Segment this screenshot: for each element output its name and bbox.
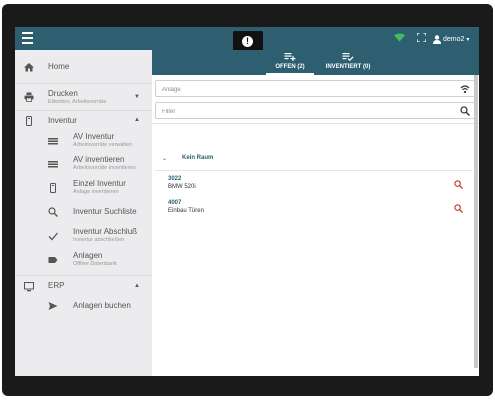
check-icon xyxy=(48,232,58,241)
sidebar-subitem-anlagen-buchen[interactable]: Anlagen buchen xyxy=(15,297,152,317)
side-navigation: Home Drucken Etiketten, Arbeitsvorräte ▼… xyxy=(15,50,153,376)
top-app-bar: ! demo2 ▾ xyxy=(15,27,479,52)
list-icon xyxy=(48,161,58,168)
search-icon xyxy=(48,207,58,217)
anlage-field[interactable] xyxy=(155,80,475,97)
monitor-icon xyxy=(24,282,34,292)
fullscreen-icon[interactable] xyxy=(417,33,426,42)
app-screen: ! demo2 ▾ Home Drucken Etiketten, Arbeit… xyxy=(15,27,479,376)
search-icon[interactable] xyxy=(454,204,463,213)
asset-name: Einbau Türen xyxy=(168,208,204,214)
list-item[interactable]: 3022 BMW 520i xyxy=(155,172,473,196)
sidebar-subitem-sublabel: Arbeitsvorräte verwalten xyxy=(73,142,133,148)
sidebar-subitem-sublabel: Arbeitsvorräte inventieren xyxy=(73,165,136,171)
search-icon[interactable] xyxy=(460,106,470,116)
sidebar-subitem-av-inventur[interactable]: AV Inventur Arbeitsvorräte verwalten xyxy=(15,130,152,153)
list-item[interactable]: 4007 Einbau Türen xyxy=(155,196,473,220)
nfc-wifi-icon[interactable] xyxy=(460,84,470,94)
barcode-scanner-icon xyxy=(50,183,56,193)
sidebar-subitem-label: Anlagen xyxy=(73,251,103,260)
tag-icon xyxy=(48,257,58,263)
sidebar-subitem-inventur-abschluss[interactable]: Inventur Abschluß Inventur abschließen xyxy=(15,225,152,248)
wifi-icon xyxy=(394,33,405,42)
sidebar-subitem-label: AV inventieren xyxy=(73,155,125,164)
sidebar-subitem-label: Inventur Suchliste xyxy=(73,207,137,216)
sidebar-item-label: Drucken xyxy=(48,89,78,98)
sidebar-subitem-inventur-suchliste[interactable]: Inventur Suchliste xyxy=(15,202,152,222)
alert-icon: ! xyxy=(242,36,253,47)
sidebar-item-home[interactable]: Home xyxy=(15,50,152,83)
anlage-input[interactable] xyxy=(160,83,454,96)
tab-label: OFFEN (2) xyxy=(275,64,305,70)
user-name: demo2 xyxy=(443,35,465,43)
barcode-scanner-icon xyxy=(26,116,32,126)
main-content: OFFEN (2) INVENTIERT (0) Anlage Filter ⌄… xyxy=(152,50,479,376)
sidebar-subitem-sublabel: Offline Datenbank xyxy=(73,261,117,267)
tab-offen[interactable]: OFFEN (2) xyxy=(266,50,314,75)
playlist-add-icon xyxy=(284,53,296,61)
chevron-down-icon: ▼ xyxy=(134,94,140,100)
asset-number: 3022 xyxy=(168,176,182,182)
sidebar-subitem-anlagen[interactable]: Anlagen Offline Datenbank xyxy=(15,249,152,272)
asset-number: 4007 xyxy=(168,200,182,206)
printer-icon xyxy=(24,92,34,102)
sidebar-subitem-label: Inventur Abschluß xyxy=(73,227,138,236)
sidebar-item-label: Inventur xyxy=(48,116,77,125)
filter-input[interactable] xyxy=(160,105,454,118)
sidebar-subitem-sublabel: Inventur abschließen xyxy=(73,237,125,243)
sidebar-item-label: Home xyxy=(48,62,70,71)
playlist-check-icon xyxy=(342,53,354,61)
tab-bar: OFFEN (2) INVENTIERT (0) xyxy=(152,50,479,75)
sidebar-item-sublabel: Etiketten, Arbeitsvorräte xyxy=(48,99,107,105)
sidebar-subitem-label: AV Inventur xyxy=(73,132,115,141)
sidebar-subitem-av-inventieren[interactable]: AV inventieren Arbeitsvorräte inventiere… xyxy=(15,153,152,176)
person-icon xyxy=(433,34,441,44)
send-icon xyxy=(48,302,58,310)
scrollbar[interactable] xyxy=(474,75,478,368)
sidebar-subitem-sublabel: Anlage inventieren xyxy=(73,189,119,195)
search-icon[interactable] xyxy=(454,180,463,189)
chevron-down-icon: ▾ xyxy=(466,36,470,43)
sidebar-item-inventur[interactable]: Inventur ▲ xyxy=(15,111,152,130)
list-icon xyxy=(48,138,58,145)
chevron-up-icon: ▲ xyxy=(134,117,140,123)
tab-inventiert[interactable]: INVENTIERT (0) xyxy=(317,50,379,75)
filter-field[interactable] xyxy=(155,102,475,119)
sidebar-subitem-label: Anlagen buchen xyxy=(73,301,131,310)
room-group-header[interactable]: ⌄ Kein Raum xyxy=(155,148,473,171)
sidebar-subitem-label: Einzel Inventur xyxy=(73,179,126,188)
chevron-down-icon: ⌄ xyxy=(162,156,168,162)
home-icon xyxy=(24,63,34,72)
menu-icon[interactable] xyxy=(22,32,33,44)
sidebar-item-drucken[interactable]: Drucken Etiketten, Arbeitsvorräte ▼ xyxy=(15,84,152,109)
notification-button[interactable]: ! xyxy=(233,31,263,52)
asset-name: BMW 520i xyxy=(168,184,196,190)
divider xyxy=(152,123,479,124)
sidebar-item-erp[interactable]: ERP ▲ xyxy=(15,276,152,296)
user-menu[interactable]: demo2 ▾ xyxy=(433,33,469,45)
chevron-up-icon: ▲ xyxy=(134,283,140,289)
sidebar-subitem-einzel-inventur[interactable]: Einzel Inventur Anlage inventieren xyxy=(15,177,152,200)
room-label: Kein Raum xyxy=(182,155,214,161)
tab-label: INVENTIERT (0) xyxy=(325,64,371,70)
sidebar-item-label: ERP xyxy=(48,281,65,290)
